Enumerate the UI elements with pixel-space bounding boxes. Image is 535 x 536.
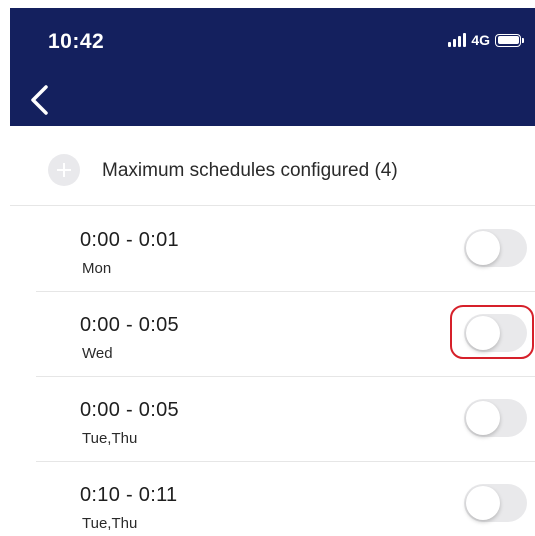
add-schedule-label: Maximum schedules configured (4) <box>102 160 398 181</box>
schedule-time: 0:00 - 0:05 <box>80 314 179 336</box>
schedule-days: Mon <box>82 260 112 277</box>
toggle-knob <box>466 401 500 435</box>
back-button[interactable] <box>24 80 56 120</box>
schedule-item[interactable]: 0:10 - 0:11 Tue,Thu <box>36 462 535 536</box>
status-time: 10:42 <box>48 30 105 53</box>
signal-icon <box>448 33 467 47</box>
schedule-toggle[interactable] <box>464 229 527 267</box>
schedule-time: 0:00 - 0:05 <box>80 399 179 421</box>
schedule-days: Wed <box>82 345 113 362</box>
status-indicators: 4G <box>448 32 524 48</box>
toggle-knob <box>466 316 500 350</box>
app-header: 10:42 4G <box>10 8 535 126</box>
plus-icon <box>48 154 80 186</box>
schedule-time: 0:10 - 0:11 <box>80 484 178 506</box>
toggle-knob <box>466 486 500 520</box>
battery-icon <box>495 33 524 47</box>
add-schedule-row: Maximum schedules configured (4) <box>10 126 535 206</box>
schedule-time: 0:00 - 0:01 <box>80 229 179 251</box>
schedule-screen: 10:42 4G Maximum schedules configured (4… <box>0 0 535 536</box>
schedule-toggle[interactable] <box>464 314 527 352</box>
network-type: 4G <box>471 32 490 48</box>
schedule-item[interactable]: 0:00 - 0:05 Wed <box>36 292 535 377</box>
toggle-knob <box>466 231 500 265</box>
schedule-toggle[interactable] <box>464 484 527 522</box>
chevron-left-icon <box>31 85 48 115</box>
schedule-toggle[interactable] <box>464 399 527 437</box>
schedule-days: Tue,Thu <box>82 430 138 447</box>
schedule-days: Tue,Thu <box>82 515 138 532</box>
schedule-item[interactable]: 0:00 - 0:05 Tue,Thu <box>36 377 535 462</box>
schedule-item[interactable]: 0:00 - 0:01 Mon <box>36 207 535 292</box>
